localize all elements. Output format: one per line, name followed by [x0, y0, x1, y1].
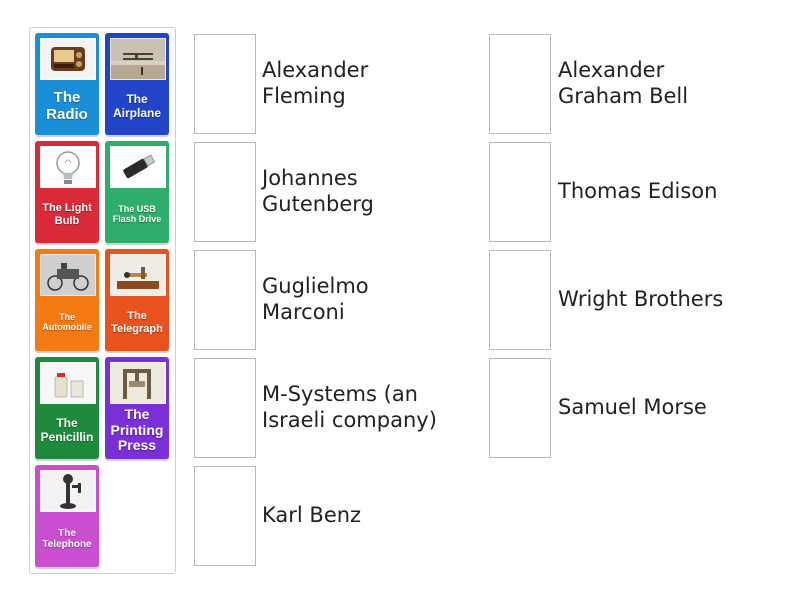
card-automobile[interactable]: The Automobile	[35, 249, 99, 351]
drop-box[interactable]	[489, 250, 551, 350]
card-label: The Telephone	[42, 527, 92, 550]
printing-press-icon	[110, 362, 166, 404]
drop-box[interactable]	[194, 466, 256, 566]
card-label: The Radio	[46, 89, 88, 123]
card-label: The Airplane	[112, 92, 161, 120]
card-telegraph[interactable]: The Telegraph	[105, 249, 169, 351]
automobile-icon	[40, 254, 96, 296]
radio-icon	[40, 38, 96, 80]
telephone-icon	[40, 470, 96, 512]
target-name: Wright Brothers	[558, 287, 724, 311]
card-label: The Telegraph	[111, 310, 163, 335]
drop-box[interactable]	[489, 142, 551, 242]
card-airplane[interactable]: The Airplane	[105, 33, 169, 135]
card-label: The USB Flash Drive	[112, 203, 162, 224]
drop-box[interactable]	[194, 142, 256, 242]
target-name: Alexander Graham Bell	[558, 58, 689, 108]
card-telephone[interactable]: The Telephone	[35, 465, 99, 567]
target-name: Samuel Morse	[558, 395, 707, 419]
card-printing-press[interactable]: The Printing Press	[105, 357, 169, 459]
target-name: Thomas Edison	[558, 179, 718, 203]
target-name: Guglielmo Marconi	[262, 274, 369, 324]
telegraph-icon	[110, 254, 166, 296]
card-usb-flash-drive[interactable]: The USB Flash Drive	[105, 141, 169, 243]
usb-drive-icon	[110, 146, 166, 188]
drop-box[interactable]	[194, 358, 256, 458]
drop-box[interactable]	[489, 34, 551, 134]
light-bulb-icon	[40, 146, 96, 188]
card-label: The Printing Press	[110, 406, 164, 454]
card-label: The Penicillin	[40, 416, 94, 444]
airplane-icon	[110, 38, 166, 80]
target-name: Karl Benz	[262, 503, 362, 527]
drop-box[interactable]	[489, 358, 551, 458]
card-radio[interactable]: The Radio	[35, 33, 99, 135]
target-name: M-Systems (an Israeli company)	[262, 382, 437, 432]
card-light-bulb[interactable]: The Light Bulb	[35, 141, 99, 243]
card-penicillin[interactable]: The Penicillin	[35, 357, 99, 459]
card-label: The Automobile	[42, 311, 92, 332]
drop-box[interactable]	[194, 250, 256, 350]
target-name: Alexander Fleming	[262, 58, 369, 108]
penicillin-icon	[40, 362, 96, 404]
target-name: Johannes Gutenberg	[262, 166, 374, 216]
drop-box[interactable]	[194, 34, 256, 134]
card-label: The Light Bulb	[42, 202, 92, 227]
